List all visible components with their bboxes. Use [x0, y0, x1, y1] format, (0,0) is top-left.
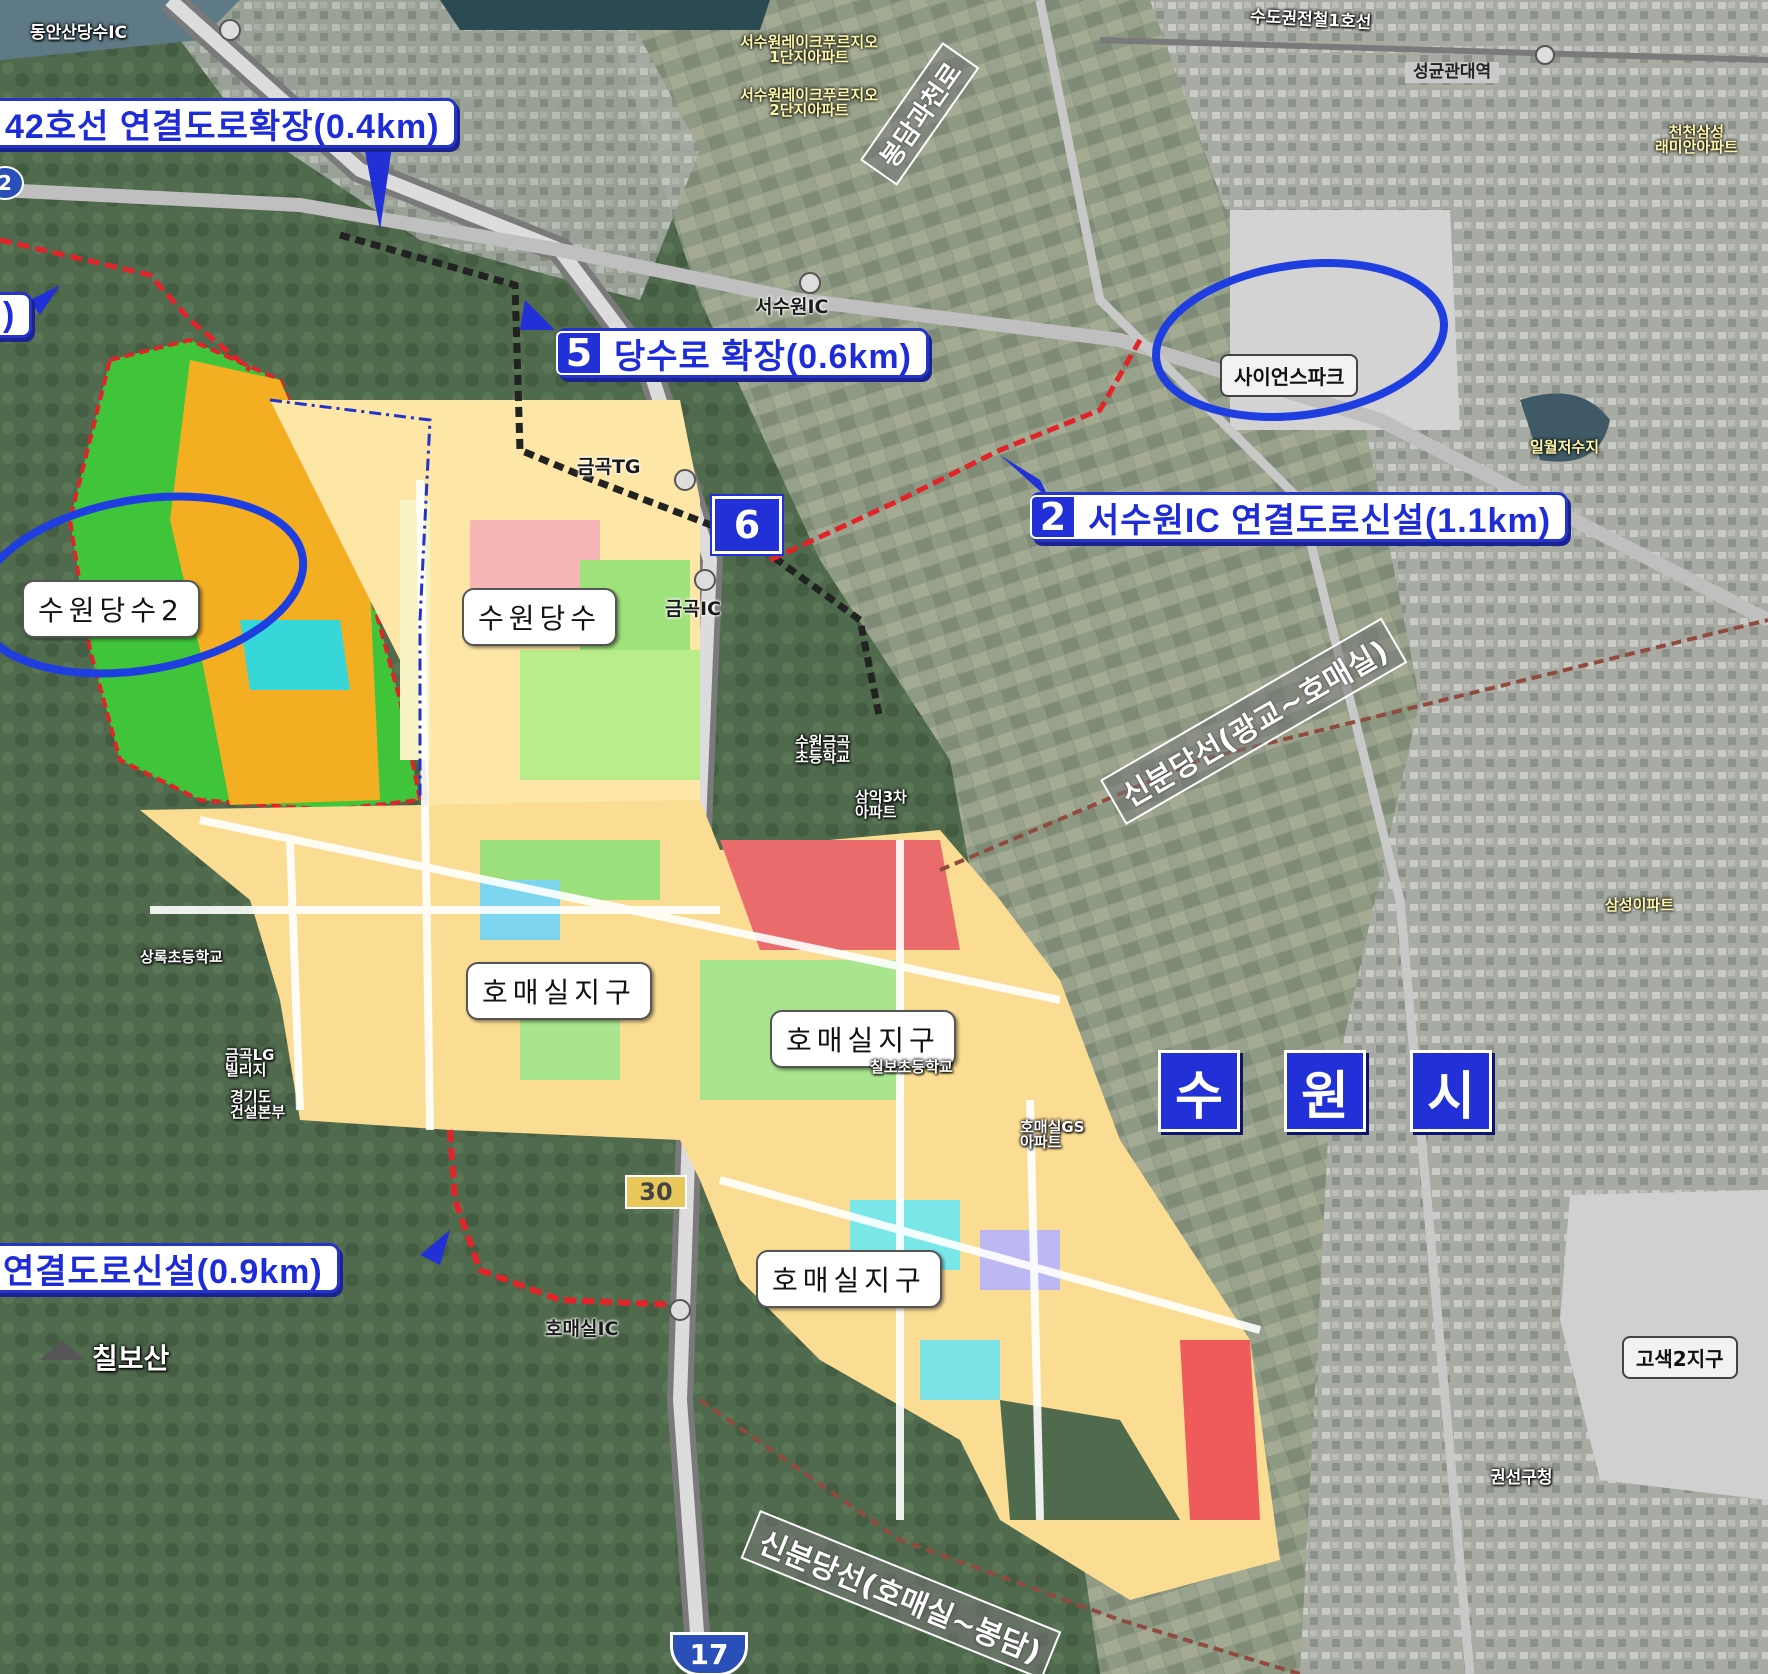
school-label-sangrok: 상록초등학교 [140, 948, 223, 966]
road-project-2-box[interactable]: 2 서수원IC 연결도로신설(1.1km) [1030, 492, 1569, 542]
road-project-2-label: 서수원IC 연결도로신설(1.1km) [1088, 501, 1552, 540]
road-project-09-label: 연결도로신설(0.9km) [3, 1252, 323, 1291]
station-label-sungkyunkwan: 성균관대역 [1405, 62, 1500, 83]
apt-label-lake-prugio-2: 서수원레이크푸르지오 2단지아파트 [740, 86, 879, 119]
road-project-42-box[interactable]: 42호선 연결도로확장(0.4km) [0, 98, 457, 148]
tg-label-geumgok: 금곡TG [577, 456, 641, 478]
apt-label-samik3: 삼익3차 아파트 [855, 788, 907, 821]
road-project-left-tail-label: ) [3, 295, 16, 334]
ic-label-seosuwon: 서수원IC [755, 296, 829, 318]
zone-label-suwon-dangsu[interactable]: 수원당수 [462, 588, 618, 646]
school-label-geumgok: 수원금곡 초등학교 [795, 733, 851, 766]
school-label-chilbo: 칠보초등학교 [870, 1058, 953, 1076]
apt-label-raemian: 천천삼성 래미안아파트 [1655, 123, 1738, 156]
road-project-5-label: 당수로 확장(0.6km) [614, 337, 912, 376]
ic-label-geumgok: 금곡IC [665, 598, 721, 620]
city-name-char-3: 시 [1410, 1050, 1492, 1132]
zone-label-homaesil-1[interactable]: 호매실지구 [466, 962, 652, 1020]
apt-label-samsung: 삼성이파트 [1605, 896, 1675, 914]
office-label-gwonseon-gu: 권선구청 [1490, 1468, 1553, 1488]
mountain-label-chilbosan: 칠보산 [92, 1342, 170, 1375]
building-label-gyeonggi: 경기도 건설본부 [230, 1088, 286, 1121]
map-base-layer [0, 0, 1768, 1674]
map-canvas[interactable]: 42호선 연결도로확장(0.4km) ) 5 당수로 확장(0.6km) 2 서… [0, 0, 1768, 1674]
road-project-2-number: 2 [1030, 495, 1076, 539]
city-name-suwon: 수 원 시 [1158, 1050, 1492, 1132]
route-shield-17: 17 [670, 1632, 748, 1674]
ic-label-dongansan-dangsu: 동안산당수IC [30, 23, 128, 43]
city-name-char-2: 원 [1284, 1050, 1366, 1132]
city-name-char-1: 수 [1158, 1050, 1240, 1132]
road-project-09-box[interactable]: 연결도로신설(0.9km) [0, 1243, 340, 1293]
road-project-5-number: 5 [556, 331, 602, 375]
route-shield-30: 30 [625, 1175, 687, 1209]
ic-label-homaesil: 호매실IC [545, 1318, 619, 1340]
zone-label-suwon-dangsu2[interactable]: 수원당수2 [22, 580, 200, 638]
zone-label-homaesil-3[interactable]: 호매실지구 [756, 1250, 942, 1308]
road-project-6-badge[interactable]: 6 [712, 496, 782, 554]
apt-label-geumgok-lg: 금곡LG 빌리지 [225, 1046, 275, 1079]
lake-label-ilwol: 일월저수지 [1530, 438, 1600, 456]
place-science-park[interactable]: 사이언스파크 [1220, 354, 1359, 397]
road-project-left-tail-box: ) [0, 292, 33, 338]
place-gosaek2[interactable]: 고색2지구 [1622, 1336, 1738, 1379]
apt-label-homaesil-gs: 호매실GS 아파트 [1020, 1118, 1085, 1151]
apt-label-lake-prugio-1: 서수원레이크푸르지오 1단지아파트 [740, 33, 879, 66]
road-project-42-label: 42호선 연결도로확장(0.4km) [5, 107, 440, 146]
road-project-5-box[interactable]: 5 당수로 확장(0.6km) [556, 328, 929, 378]
